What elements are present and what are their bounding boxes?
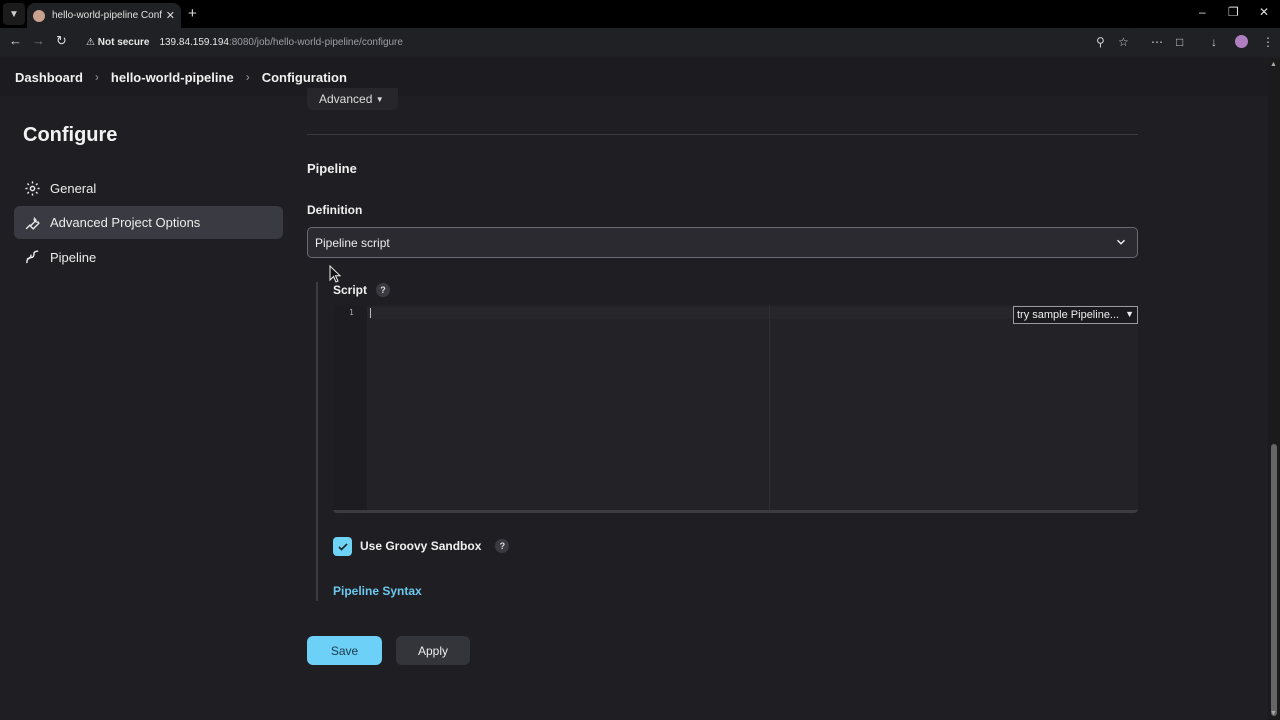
text-cursor: [370, 308, 371, 318]
sidebar-item-label: General: [50, 181, 97, 196]
sample-select-value: try sample Pipeline...: [1017, 309, 1120, 321]
scroll-up-icon[interactable]: ▲: [1270, 61, 1277, 68]
browser-tab[interactable]: hello-world-pipeline Config [Je ✕: [27, 3, 181, 28]
restore-icon[interactable]: ❐: [1228, 5, 1239, 19]
tab-title: hello-world-pipeline Config [Je: [52, 10, 162, 21]
breadcrumb-chevron-icon: ›: [94, 70, 99, 84]
back-icon[interactable]: ←: [9, 33, 22, 48]
profile-avatar[interactable]: [1235, 35, 1248, 48]
url-host: 139.84.159.194: [159, 36, 229, 48]
sidebar-item-advanced-project-options[interactable]: Advanced Project Options: [14, 206, 283, 239]
close-tab-icon[interactable]: ✕: [166, 9, 175, 22]
page-scrollbar[interactable]: ▲ ▼: [1268, 58, 1280, 720]
bookmark-star-icon[interactable]: ☆: [1118, 35, 1129, 49]
zoom-icon[interactable]: ⚲: [1096, 35, 1105, 49]
breadcrumb-dashboard[interactable]: Dashboard: [15, 70, 83, 85]
section-title-pipeline: Pipeline: [307, 161, 357, 176]
media-icon[interactable]: ⋯: [1151, 35, 1163, 49]
definition-select-value: Pipeline script: [315, 235, 390, 250]
new-tab-icon[interactable]: +: [188, 5, 197, 22]
definition-select[interactable]: Pipeline script: [307, 227, 1138, 258]
chevron-down-icon: [1114, 235, 1128, 252]
advanced-button-label: Advanced: [319, 92, 373, 106]
groovy-sandbox-text: Use Groovy Sandbox: [360, 539, 482, 553]
groovy-sandbox-label[interactable]: Use Groovy Sandbox ?: [360, 539, 510, 553]
save-button[interactable]: Save: [307, 636, 382, 665]
pipeline-icon: [23, 249, 41, 267]
sandbox-help-icon[interactable]: ?: [495, 539, 510, 553]
address-bar[interactable]: ⚠ Not secure 139.84.159.194:8080/job/hel…: [80, 31, 1138, 53]
sidebar-item-general[interactable]: General: [14, 172, 283, 205]
chevron-down-icon: ▼: [375, 94, 384, 104]
download-icon[interactable]: ↓: [1211, 35, 1217, 49]
try-sample-pipeline-select[interactable]: try sample Pipeline... ▼: [1013, 306, 1138, 324]
apply-button[interactable]: Apply: [396, 636, 470, 665]
mouse-pointer-icon: [329, 264, 342, 288]
breadcrumb-chevron-icon: ›: [245, 70, 250, 84]
breadcrumb-configuration[interactable]: Configuration: [262, 70, 347, 85]
window-close-icon[interactable]: ✕: [1259, 5, 1269, 19]
wrench-icon: [23, 214, 41, 232]
script-editor[interactable]: 1 try sample Pipeline... ▼: [333, 305, 1138, 513]
print-margin: [769, 305, 770, 510]
tab-list-icon[interactable]: ▼: [3, 3, 25, 25]
script-help-icon[interactable]: ?: [376, 283, 391, 297]
extensions-icon[interactable]: □: [1176, 35, 1183, 49]
forward-icon[interactable]: →: [32, 33, 45, 48]
gear-icon: [23, 180, 41, 198]
section-divider: [307, 134, 1138, 135]
url-text: 139.84.159.194:8080/job/hello-world-pipe…: [159, 37, 403, 48]
sidebar-item-label: Advanced Project Options: [50, 215, 201, 230]
nested-section-line: [316, 282, 318, 601]
definition-label: Definition: [307, 203, 363, 217]
check-icon: [337, 542, 348, 551]
browser-menu-icon[interactable]: ⋮: [1262, 35, 1274, 49]
scroll-down-icon[interactable]: ▼: [1270, 710, 1277, 717]
editor-gutter: [333, 305, 367, 510]
pipeline-syntax-link[interactable]: Pipeline Syntax: [333, 584, 422, 598]
chevron-down-icon: ▼: [1125, 309, 1134, 319]
not-secure-label: Not secure: [97, 36, 150, 48]
sidebar-item-label: Pipeline: [50, 250, 97, 265]
sidebar-item-pipeline[interactable]: Pipeline: [14, 241, 283, 274]
breadcrumb-job[interactable]: hello-world-pipeline: [111, 70, 234, 85]
advanced-button[interactable]: Advanced ▼: [307, 88, 398, 110]
jenkins-favicon-icon: [33, 9, 45, 22]
script-label: Script ?: [333, 283, 391, 297]
url-path: :8080/job/hello-world-pipeline/configure: [228, 36, 403, 48]
minimize-icon[interactable]: –: [1199, 5, 1206, 19]
not-secure-badge[interactable]: ⚠ Not secure: [86, 37, 149, 48]
reload-icon[interactable]: ↻: [56, 33, 67, 49]
line-number: 1: [349, 308, 354, 317]
breadcrumb: Dashboard › hello-world-pipeline › Confi…: [0, 58, 1268, 96]
scrollbar-thumb[interactable]: [1271, 444, 1277, 716]
page-title: Configure: [23, 124, 118, 146]
groovy-sandbox-checkbox[interactable]: [333, 537, 352, 556]
